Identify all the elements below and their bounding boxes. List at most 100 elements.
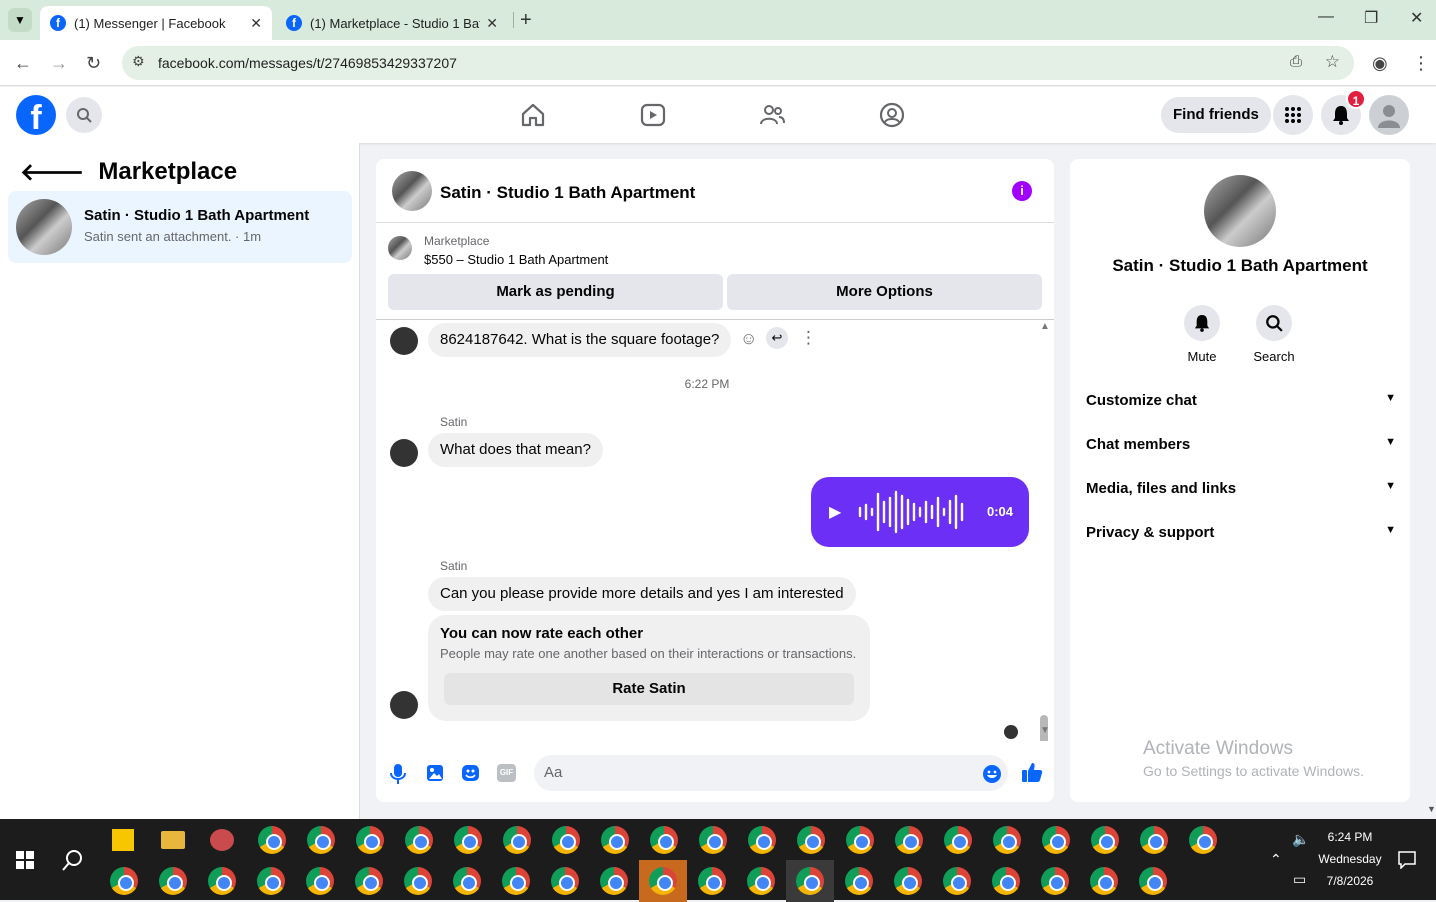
chat-avatar[interactable] <box>392 171 432 211</box>
windows-start-icon[interactable] <box>16 851 34 869</box>
reply-icon[interactable]: ↩ <box>766 327 788 349</box>
chrome-taskbar-icon[interactable] <box>551 867 579 895</box>
chrome-taskbar-icon[interactable] <box>698 867 726 895</box>
media-files-links-section[interactable]: Media, files and links ▼ <box>1086 480 1396 497</box>
chat-members-section[interactable]: Chat members ▼ <box>1086 436 1396 453</box>
chrome-taskbar-icon[interactable] <box>943 867 971 895</box>
chrome-taskbar-icon[interactable] <box>110 867 138 895</box>
chrome-taskbar-icon[interactable] <box>356 826 384 854</box>
chrome-taskbar-icon[interactable] <box>1091 826 1119 854</box>
chrome-taskbar-icon[interactable] <box>208 867 236 895</box>
chrome-taskbar-icon[interactable] <box>355 867 383 895</box>
gaming-icon[interactable] <box>878 101 906 129</box>
chrome-taskbar-icon[interactable] <box>552 826 580 854</box>
tab-messenger[interactable]: f (1) Messenger | Facebook ✕ <box>40 6 272 40</box>
address-input[interactable]: ⚙ facebook.com/messages/t/27469853429337… <box>122 46 1354 80</box>
network-icon[interactable]: ▭ <box>1293 871 1306 888</box>
customize-chat-section[interactable]: Customize chat ▼ <box>1086 392 1396 409</box>
details-avatar[interactable] <box>1204 175 1276 247</box>
find-friends-button[interactable]: Find friends <box>1161 97 1271 133</box>
play-icon[interactable]: ▶ <box>829 502 841 522</box>
account-avatar[interactable] <box>1369 95 1409 135</box>
chrome-taskbar-icon[interactable] <box>650 826 678 854</box>
forward-icon[interactable]: → <box>50 53 68 74</box>
listing-price[interactable]: $550 – Studio 1 Bath Apartment <box>424 252 608 267</box>
chrome-taskbar-icon[interactable] <box>797 826 825 854</box>
volume-icon[interactable]: 🔈 <box>1292 831 1309 848</box>
privacy-support-section[interactable]: Privacy & support ▼ <box>1086 524 1396 541</box>
chrome-taskbar-icon[interactable] <box>404 867 432 895</box>
back-arrow-icon[interactable]: 🡐 <box>20 157 84 187</box>
chrome-taskbar-icon[interactable] <box>503 826 531 854</box>
react-emoji-icon[interactable]: ☺ <box>740 329 757 349</box>
menu-grid-icon[interactable] <box>1273 95 1313 135</box>
chrome-taskbar-icon[interactable] <box>453 867 481 895</box>
chrome-taskbar-icon[interactable] <box>1042 826 1070 854</box>
like-thumb-icon[interactable] <box>1021 761 1043 783</box>
mute-button[interactable]: Mute <box>1172 305 1232 364</box>
minimize-button[interactable]: — <box>1318 8 1334 26</box>
chrome-taskbar-icon[interactable] <box>1041 867 1069 895</box>
chrome-taskbar-icon[interactable] <box>258 826 286 854</box>
search-in-chat-button[interactable]: Search <box>1244 305 1304 364</box>
site-info-icon[interactable]: ⚙ <box>132 53 145 70</box>
video-icon[interactable] <box>639 101 667 129</box>
search-icon[interactable] <box>66 97 102 133</box>
scroll-up-icon[interactable]: ▲ <box>1040 321 1050 332</box>
message-input[interactable]: Aa <box>534 755 1008 791</box>
close-window-button[interactable]: ✕ <box>1410 8 1423 28</box>
microphone-icon[interactable] <box>390 763 406 785</box>
clock-date[interactable]: 7/8/2026 <box>1318 874 1382 888</box>
chrome-taskbar-icon[interactable] <box>944 826 972 854</box>
clock-day[interactable]: Wednesday <box>1310 852 1390 866</box>
more-options-button[interactable]: More Options <box>727 274 1042 310</box>
voice-message-bubble[interactable]: ▶ 0:04 <box>811 477 1029 547</box>
chrome-taskbar-icon[interactable] <box>993 826 1021 854</box>
notification-center-icon[interactable] <box>1398 851 1416 869</box>
back-icon[interactable]: ← <box>14 53 32 74</box>
scroll-down-icon[interactable]: ▼ <box>1040 725 1050 736</box>
close-tab-icon[interactable]: ✕ <box>250 15 262 32</box>
info-icon[interactable]: i <box>1012 181 1032 201</box>
message-bubble[interactable]: What does that mean? <box>428 433 603 467</box>
maximize-button[interactable]: ❐ <box>1364 8 1378 28</box>
chrome-taskbar-icon[interactable] <box>699 826 727 854</box>
emoji-icon[interactable] <box>982 764 1002 784</box>
chrome-taskbar-icon[interactable] <box>796 867 824 895</box>
chrome-taskbar-icon[interactable] <box>748 826 776 854</box>
chrome-taskbar-icon[interactable] <box>992 867 1020 895</box>
chrome-taskbar-icon[interactable] <box>895 826 923 854</box>
sticker-icon[interactable] <box>461 764 480 782</box>
chrome-taskbar-icon[interactable] <box>307 826 335 854</box>
chrome-taskbar-icon[interactable] <box>600 867 628 895</box>
photo-icon[interactable] <box>426 764 444 782</box>
clock-time[interactable]: 6:24 PM <box>1318 830 1382 844</box>
chrome-taskbar-icon[interactable] <box>1139 867 1167 895</box>
chrome-taskbar-icon[interactable] <box>502 867 530 895</box>
tab-search-button[interactable]: ▼ <box>8 8 32 32</box>
page-scroll-down-icon[interactable]: ▼ <box>1427 804 1436 814</box>
new-tab-button[interactable]: + <box>520 9 532 32</box>
bookmark-star-icon[interactable]: ☆ <box>1325 52 1340 72</box>
profile-icon[interactable]: ◉ <box>1372 53 1388 74</box>
chrome-taskbar-icon[interactable] <box>649 867 677 895</box>
chat-title[interactable]: Satin · Studio 1 Bath Apartment <box>440 183 695 203</box>
gif-icon[interactable]: GIF <box>497 764 516 782</box>
reload-icon[interactable]: ↻ <box>86 53 101 74</box>
chrome-taskbar-icon[interactable] <box>1189 826 1217 854</box>
chrome-taskbar-icon[interactable] <box>846 826 874 854</box>
paint-app-icon[interactable] <box>210 829 234 851</box>
chrome-taskbar-icon[interactable] <box>306 867 334 895</box>
listing-thumbnail[interactable] <box>388 236 412 260</box>
chrome-taskbar-icon[interactable] <box>601 826 629 854</box>
chrome-taskbar-icon[interactable] <box>1140 826 1168 854</box>
chrome-taskbar-icon[interactable] <box>454 826 482 854</box>
more-actions-icon[interactable]: ⋮ <box>800 328 817 348</box>
chrome-taskbar-icon[interactable] <box>747 867 775 895</box>
friends-icon[interactable] <box>758 101 786 129</box>
show-hidden-icons-icon[interactable]: ⌃ <box>1270 851 1282 868</box>
chrome-taskbar-icon[interactable] <box>159 867 187 895</box>
file-explorer-icon[interactable] <box>161 831 185 849</box>
install-app-icon[interactable]: ⎙ <box>1290 53 1302 70</box>
chrome-taskbar-icon[interactable] <box>1090 867 1118 895</box>
